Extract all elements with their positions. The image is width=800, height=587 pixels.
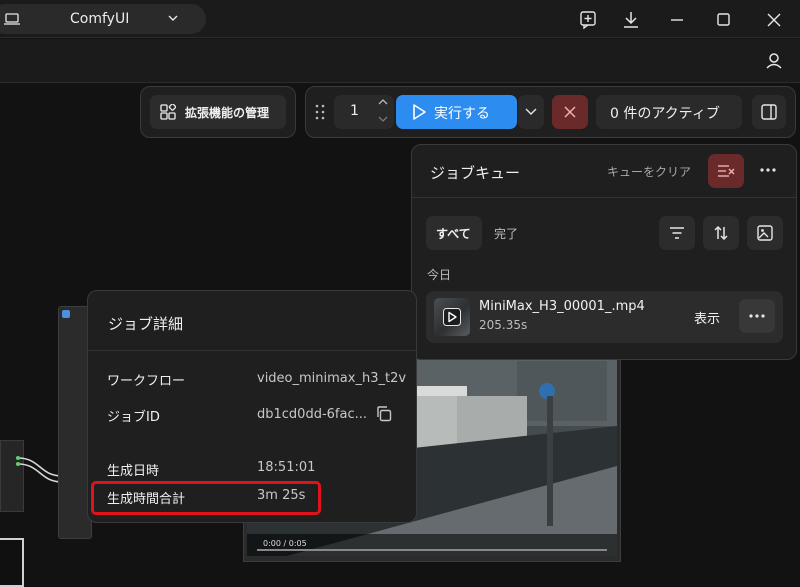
- total-time-label: 生成時間合計: [107, 492, 186, 507]
- download-icon[interactable]: [620, 9, 642, 31]
- sort-button[interactable]: [703, 216, 739, 250]
- job-queue-title: ジョブキュー: [430, 164, 521, 182]
- tab-all[interactable]: すべて: [426, 216, 482, 250]
- run-options-dropdown[interactable]: [518, 95, 544, 129]
- title-bar: ComfyUI: [0, 0, 800, 38]
- video-controls[interactable]: 0:00 / 0:05: [247, 534, 617, 556]
- cancel-run-button[interactable]: [552, 95, 588, 129]
- divider: [412, 197, 796, 198]
- job-details-popover: ジョブ詳細 ワークフロー video_minimax_h3_t2v ジョブID …: [87, 290, 417, 523]
- play-icon: [413, 104, 426, 120]
- job-thumbnail[interactable]: [434, 298, 470, 336]
- new-tab-icon[interactable]: [578, 9, 600, 31]
- node-color-dot: [62, 310, 70, 318]
- job-queue-panel: ジョブキュー キューをクリア すべて 完了 今日 MiniMax_H3_0000…: [411, 144, 797, 360]
- filter-button[interactable]: [659, 216, 695, 250]
- job-list-item[interactable]: MiniMax_H3_00001_.mp4 205.35s 表示: [426, 291, 783, 343]
- drag-handle-icon[interactable]: [315, 104, 325, 120]
- active-jobs-button[interactable]: 0 件のアクティブ: [596, 95, 742, 129]
- node-partial[interactable]: [0, 538, 24, 587]
- job-id-value: db1cd0dd-6fac...: [257, 407, 367, 422]
- video-time: 0:00 / 0:05: [263, 539, 307, 548]
- run-button[interactable]: 実行する: [396, 95, 517, 129]
- run-label: 実行する: [434, 106, 490, 122]
- play-icon: [443, 308, 461, 326]
- divider: [88, 350, 416, 351]
- more-options-icon[interactable]: [758, 160, 778, 180]
- manage-extensions-label: 拡張機能の管理: [185, 106, 270, 120]
- workflow-label: ワークフロー: [107, 374, 186, 389]
- clear-queue-button[interactable]: [708, 154, 744, 188]
- extensions-toolbar: 拡張機能の管理: [140, 86, 296, 138]
- user-icon[interactable]: [760, 47, 788, 75]
- close-icon[interactable]: [763, 9, 785, 31]
- maximize-icon[interactable]: [713, 9, 735, 31]
- media-view-button[interactable]: [747, 216, 783, 250]
- job-file-name: MiniMax_H3_00001_.mp4: [479, 299, 645, 314]
- top-menu-bar: [0, 39, 800, 83]
- job-duration: 205.35s: [479, 318, 528, 332]
- tab-completed[interactable]: 完了: [494, 225, 518, 242]
- close-icon: [564, 106, 576, 118]
- job-details-title: ジョブ詳細: [108, 315, 184, 333]
- workflow-value: video_minimax_h3_t2v: [257, 371, 407, 386]
- manage-extensions-button[interactable]: 拡張機能の管理: [150, 95, 286, 129]
- minimize-icon[interactable]: [666, 9, 688, 31]
- batch-count-stepper[interactable]: 1: [334, 95, 394, 129]
- filter-icon: [670, 227, 684, 239]
- laptop-icon: [4, 13, 20, 25]
- sort-icon: [714, 225, 728, 241]
- app-title: ComfyUI: [70, 11, 130, 27]
- puzzle-icon: [160, 104, 176, 120]
- date-group-label: 今日: [427, 268, 452, 282]
- batch-count-value: 1: [350, 103, 359, 119]
- clear-queue-label[interactable]: キューをクリア: [607, 163, 691, 180]
- sidebar-panel-icon: [761, 104, 777, 120]
- active-jobs-label: 0 件のアクティブ: [610, 106, 720, 122]
- tab-all-label: すべて: [436, 227, 471, 241]
- show-job-button[interactable]: 表示: [694, 308, 720, 327]
- video-progress-bar[interactable]: [257, 549, 607, 551]
- chevron-down-icon: [168, 15, 178, 21]
- chevron-down-icon[interactable]: [378, 115, 388, 123]
- job-id-label: ジョブID: [107, 410, 160, 425]
- total-time-value: 3m 25s: [257, 488, 306, 503]
- chevron-down-icon: [525, 108, 537, 115]
- created-at-value: 18:51:01: [257, 460, 316, 475]
- clear-list-icon: [718, 165, 735, 177]
- created-at-label: 生成日時: [107, 464, 160, 479]
- run-toolbar: 1 実行する 0 件のアクティブ: [305, 86, 796, 138]
- copy-icon[interactable]: [375, 405, 393, 423]
- toggle-panel-button[interactable]: [752, 95, 786, 129]
- more-options-icon: [749, 314, 765, 318]
- job-more-button[interactable]: [739, 299, 775, 333]
- chevron-up-icon[interactable]: [378, 98, 388, 106]
- image-gallery-icon: [757, 225, 773, 241]
- app-switcher[interactable]: ComfyUI: [0, 4, 206, 34]
